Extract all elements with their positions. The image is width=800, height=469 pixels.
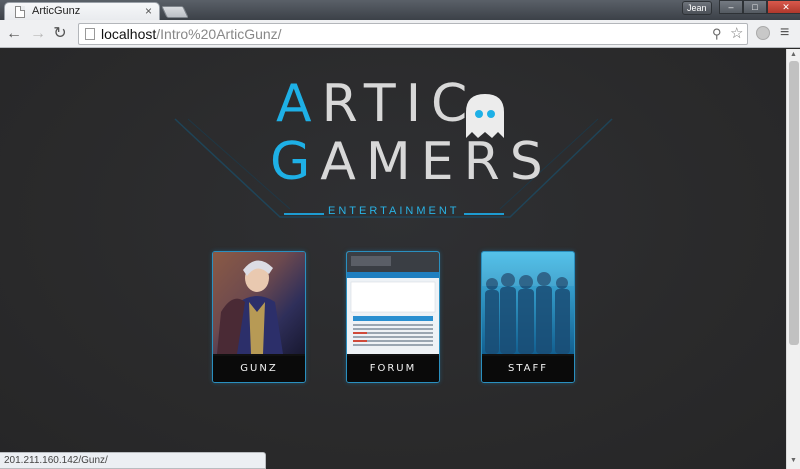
gunz-character-art <box>213 252 305 354</box>
minimize-button[interactable]: – <box>719 0 743 14</box>
logo-accent-letter: A <box>276 74 322 134</box>
logo-line-1: ARTIC <box>276 74 477 134</box>
back-button[interactable]: ← <box>4 24 24 44</box>
browser-tab[interactable]: ArticGunz × <box>4 2 160 20</box>
gunz-card-link[interactable]: GUNZ <box>212 251 306 383</box>
scroll-down-icon[interactable]: ▼ <box>790 457 797 464</box>
new-tab-button[interactable] <box>161 6 189 18</box>
close-window-button[interactable]: ✕ <box>767 0 800 14</box>
ghost-icon <box>466 94 504 138</box>
forum-card-label: FORUM <box>347 356 439 382</box>
search-icon[interactable]: ⚲ <box>712 26 722 42</box>
browser-titlebar: ArticGunz × Jean – □ ✕ <box>0 0 800 20</box>
extension-icon[interactable] <box>756 26 770 40</box>
logo-word: RTIC <box>321 74 478 134</box>
staff-card-label: STAFF <box>482 356 574 382</box>
maximize-button[interactable]: □ <box>743 0 767 14</box>
forward-button[interactable]: → <box>28 24 48 44</box>
reload-button[interactable]: ↻ <box>50 24 70 44</box>
menu-icon[interactable]: ≡ <box>780 24 789 42</box>
page-icon <box>85 28 95 40</box>
url-text: localhost/Intro%20ArticGunz/ <box>101 26 282 42</box>
browser-toolbar: ← → ↻ localhost/Intro%20ArticGunz/ ⚲ ☆ ≡ <box>0 20 800 48</box>
forum-card-link[interactable]: FORUM <box>346 251 440 383</box>
close-tab-icon[interactable]: × <box>145 4 152 18</box>
bookmark-star-icon[interactable]: ☆ <box>730 24 743 42</box>
status-bar-url: 201.211.160.142/Gunz/ <box>0 452 266 469</box>
url-host: localhost <box>101 26 157 42</box>
logo-accent-letter: G <box>270 132 321 192</box>
address-bar[interactable]: localhost/Intro%20ArticGunz/ ⚲ ☆ <box>78 23 748 45</box>
page-icon <box>15 6 25 18</box>
logo-rule-left <box>284 213 324 215</box>
tab-title: ArticGunz <box>32 5 81 17</box>
logo-line-2: GAMERS <box>270 132 553 192</box>
logo-word: AMERS <box>320 132 553 192</box>
logo-subtitle: ENTERTAINMENT <box>328 205 460 217</box>
artic-gamers-logo: ARTIC GAMERS ENTERTAINMENT <box>180 64 600 234</box>
window-controls: – □ ✕ <box>719 0 800 14</box>
scroll-up-icon[interactable]: ▲ <box>790 51 797 58</box>
logo-rule-right <box>464 213 504 215</box>
scroll-thumb[interactable] <box>789 61 799 345</box>
url-path: /Intro%20ArticGunz/ <box>156 26 282 42</box>
gunz-card-label: GUNZ <box>213 356 305 382</box>
user-profile-button[interactable]: Jean <box>682 1 712 15</box>
staff-silhouettes <box>482 252 574 354</box>
vertical-scrollbar[interactable]: ▲ ▼ <box>786 49 800 469</box>
forum-screenshot <box>347 252 439 354</box>
staff-card-link[interactable]: STAFF <box>481 251 575 383</box>
page-viewport: ARTIC GAMERS ENTERTAINMENT GUNZ FORUM ST… <box>0 49 786 469</box>
